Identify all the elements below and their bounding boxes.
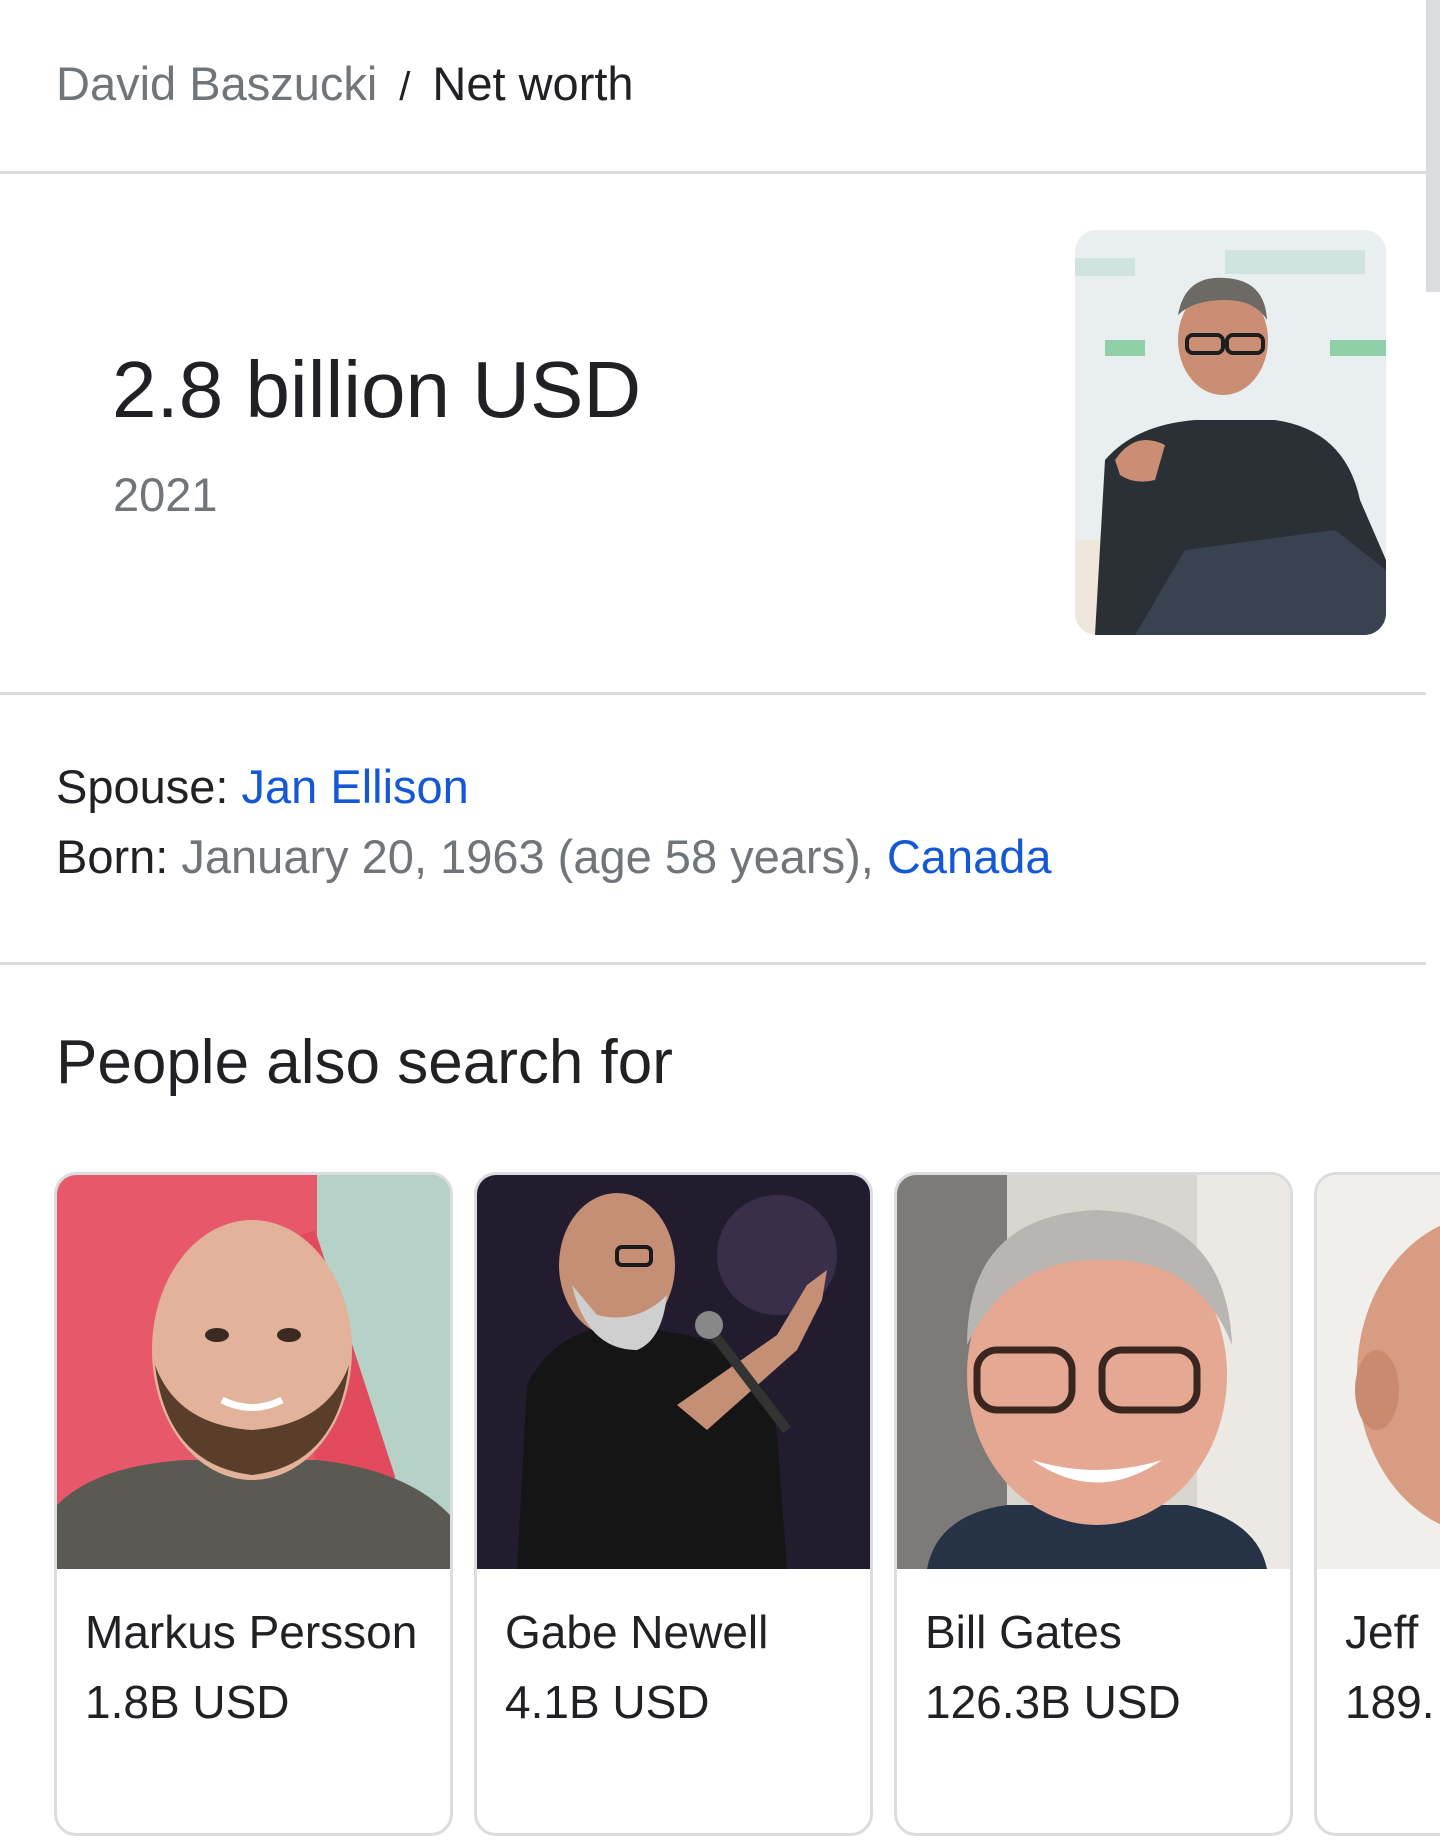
- person-photo-image: [57, 1175, 450, 1569]
- spouse-row: Spouse: Jan Ellison: [56, 752, 1052, 822]
- people-carousel[interactable]: Markus Persson 1.8B USD Gabe Newell 4.1B…: [54, 1172, 1440, 1842]
- profile-photo-image: [1075, 230, 1386, 635]
- person-name: Bill Gates: [925, 1606, 1122, 1658]
- person-photo: [57, 1175, 450, 1569]
- person-net-worth: 1.8B USD: [85, 1676, 290, 1728]
- person-card-text: Jeff 189.: [1345, 1597, 1440, 1737]
- person-card-jeff[interactable]: Jeff 189.: [1314, 1172, 1440, 1836]
- person-net-worth: 126.3B USD: [925, 1676, 1181, 1728]
- person-card-bill-gates[interactable]: Bill Gates 126.3B USD: [894, 1172, 1293, 1836]
- person-card-text: Gabe Newell 4.1B USD: [505, 1597, 850, 1737]
- person-photo-image: [897, 1175, 1290, 1569]
- people-also-search-title: People also search for: [56, 1028, 673, 1097]
- person-card-text: Bill Gates 126.3B USD: [925, 1597, 1270, 1737]
- breadcrumb-parent-link[interactable]: David Baszucki: [56, 57, 377, 110]
- person-name: Markus Persson: [85, 1606, 418, 1658]
- born-label: Born:: [56, 830, 169, 883]
- person-photo-image: [1317, 1175, 1440, 1569]
- born-place-link[interactable]: Canada: [887, 830, 1052, 883]
- person-name: Jeff: [1345, 1606, 1419, 1658]
- born-value: January 20, 1963 (age 58 years),: [181, 830, 874, 883]
- net-worth-value: 2.8 billion USD: [112, 345, 642, 434]
- facts-block: Spouse: Jan Ellison Born: January 20, 19…: [56, 752, 1052, 892]
- person-card-gabe-newell[interactable]: Gabe Newell 4.1B USD: [474, 1172, 873, 1836]
- spouse-link[interactable]: Jan Ellison: [242, 760, 469, 813]
- breadcrumb-separator: /: [399, 65, 411, 109]
- person-photo: [897, 1175, 1290, 1569]
- breadcrumb: David Baszucki / Net worth: [56, 52, 634, 119]
- person-photo: [1317, 1175, 1440, 1569]
- born-row: Born: January 20, 1963 (age 58 years), C…: [56, 822, 1052, 892]
- breadcrumb-current: Net worth: [432, 57, 634, 110]
- divider: [0, 962, 1426, 965]
- spouse-label: Spouse:: [56, 760, 229, 813]
- person-name: Gabe Newell: [505, 1606, 769, 1658]
- scrollbar[interactable]: [1426, 0, 1440, 292]
- divider: [0, 692, 1426, 695]
- divider: [0, 171, 1426, 174]
- profile-photo[interactable]: [1075, 230, 1386, 635]
- net-worth-year: 2021: [113, 468, 218, 521]
- person-net-worth: 189.: [1345, 1676, 1435, 1728]
- person-photo: [477, 1175, 870, 1569]
- person-net-worth: 4.1B USD: [505, 1676, 710, 1728]
- person-card-markus-persson[interactable]: Markus Persson 1.8B USD: [54, 1172, 453, 1836]
- person-card-text: Markus Persson 1.8B USD: [85, 1597, 430, 1737]
- person-photo-image: [477, 1175, 870, 1569]
